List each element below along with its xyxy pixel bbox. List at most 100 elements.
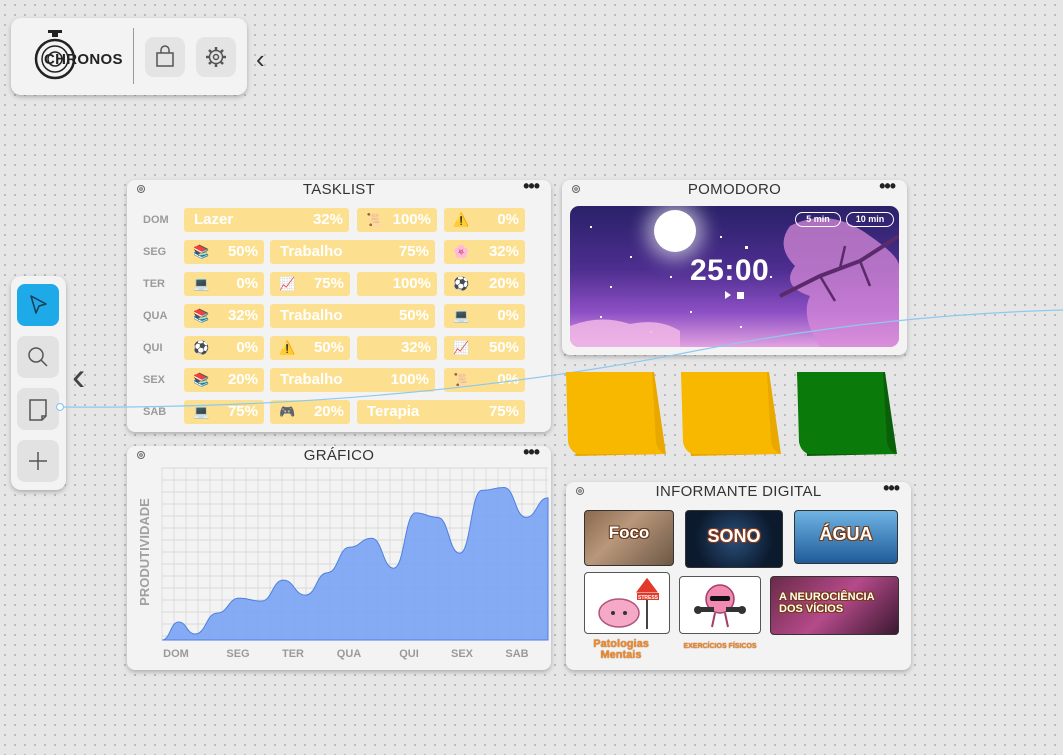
task-label: Lazer [194, 211, 234, 228]
task-percent: 20% [227, 371, 258, 388]
task-percent: 20% [313, 403, 344, 420]
x-tick-label: SEG [226, 648, 249, 660]
task-cell[interactable]: Terapia 75% [357, 400, 525, 424]
pomodoro-title: POMODORO [687, 181, 782, 198]
day-label: TER [143, 278, 165, 290]
collapse-toolbar-icon[interactable]: ‹ [72, 355, 85, 400]
add-tool[interactable] [17, 440, 59, 482]
sticky-note-3[interactable] [797, 372, 897, 467]
card-patologias[interactable]: STRESS [584, 572, 670, 634]
pointer-tool[interactable] [17, 284, 59, 326]
laptop-icon: 💻 [453, 308, 470, 323]
card-agua[interactable]: ÁGUA [794, 510, 898, 564]
task-cell[interactable]: Lazer 32% [184, 208, 349, 232]
task-cell[interactable]: 💻 0% [184, 272, 264, 296]
card-title: ÁGUA [819, 524, 873, 544]
task-cell[interactable]: ⚽ 20% [444, 272, 525, 296]
card-title: SONO [707, 526, 761, 546]
task-percent: 50% [488, 339, 519, 356]
task-percent: 75% [488, 403, 519, 420]
task-percent: 50% [398, 307, 429, 324]
task-cell[interactable]: 💻 0% [444, 304, 525, 328]
task-cell[interactable]: ⚽ 0% [184, 336, 264, 360]
collapse-topbar-icon[interactable]: ‹ [256, 44, 265, 75]
pomodoro-scene: 5 min 10 min 25:00 [570, 206, 899, 347]
task-percent: 32% [227, 307, 258, 324]
task-cell[interactable]: Trabalho 75% [270, 240, 435, 264]
card-foco[interactable]: Foco [584, 510, 674, 566]
task-cell[interactable]: Trabalho 100% [270, 368, 435, 392]
day-label: DOM [143, 214, 169, 226]
task-percent: 0% [497, 371, 519, 388]
task-cell[interactable]: ⚠️ 50% [270, 336, 350, 360]
task-cell[interactable]: 📜 100% [357, 208, 437, 232]
chart-icon: 📈 [453, 340, 470, 355]
flower-icon: 🌸 [453, 244, 470, 259]
task-label: Terapia [367, 403, 420, 420]
timer-option-5min[interactable]: 5 min [795, 212, 841, 227]
task-cell[interactable]: 📜 0% [444, 368, 525, 392]
task-percent: 32% [312, 211, 343, 228]
card-caption[interactable]: Patologias Mentais [588, 639, 654, 661]
logo-text: CHRONOS [44, 51, 123, 68]
sticky-note-2[interactable] [681, 372, 781, 467]
task-cell[interactable]: 📚 50% [184, 240, 264, 264]
books-icon: 📚 [193, 308, 210, 323]
x-tick-label: DOM [163, 648, 189, 660]
day-label: SEG [143, 246, 167, 258]
task-cell[interactable]: ⚠️ 0% [444, 208, 525, 232]
card-exercicios[interactable] [679, 576, 761, 634]
play-icon[interactable] [725, 291, 731, 299]
card-sono[interactable]: SONO [685, 510, 783, 568]
more-menu-icon[interactable]: ••• [879, 176, 896, 197]
search-icon [28, 347, 48, 367]
soccer-icon: ⚽ [453, 276, 470, 291]
timer-display: 25:00 [690, 254, 770, 287]
day-label: QUI [143, 342, 163, 354]
books-icon: 📚 [193, 244, 210, 259]
note-tool[interactable] [17, 388, 59, 430]
task-percent: 0% [497, 211, 519, 228]
task-percent: 0% [236, 275, 258, 292]
x-tick-label: SAB [505, 648, 528, 660]
warning-icon: ⚠️ [453, 212, 470, 227]
task-cell[interactable]: 100% [357, 272, 437, 296]
note-icon [29, 399, 47, 421]
task-label: Trabalho [280, 371, 343, 388]
timer-option-10min[interactable]: 10 min [846, 212, 894, 227]
task-percent: 75% [313, 275, 344, 292]
task-percent: 32% [488, 243, 519, 260]
plus-icon [29, 452, 47, 470]
brain-stress-illustration: STRESS [598, 576, 660, 629]
x-tick-label: QUA [337, 648, 362, 660]
x-tick-label: TER [282, 648, 304, 660]
card-neurociencia[interactable]: A NEUROCIÊNCIA DOS VÍCIOS [770, 576, 899, 635]
more-menu-icon[interactable]: ••• [883, 478, 900, 499]
stop-icon[interactable] [737, 292, 744, 299]
search-tool[interactable] [17, 336, 59, 378]
card-title: A NEUROCIÊNCIA DOS VÍCIOS [779, 591, 875, 615]
task-cell[interactable]: 📈 75% [270, 272, 350, 296]
timer-controls [725, 291, 744, 299]
y-axis-label: PRODUTIVIDADE [137, 498, 152, 606]
pomodoro-widget: POMODORO ••• 5 min 10 min 25:00 [562, 176, 907, 355]
informante-widget: INFORMANTE DIGITAL ••• Foco SONO ÁGUA ST… [566, 478, 911, 670]
task-cell[interactable]: 📚 20% [184, 368, 264, 392]
task-cell[interactable]: 🎮 20% [270, 400, 350, 424]
task-percent: 0% [236, 339, 258, 356]
task-cell[interactable]: 💻 75% [184, 400, 264, 424]
settings-button[interactable] [196, 37, 236, 77]
card-caption[interactable]: EXERCÍCIOS FÍSICOS [673, 641, 767, 652]
task-cell[interactable]: 📚 32% [184, 304, 264, 328]
task-cell[interactable]: 32% [357, 336, 437, 360]
day-label: SEX [143, 374, 166, 386]
sticky-note-1[interactable] [566, 372, 666, 467]
laptop-icon: 💻 [193, 404, 210, 419]
warning-icon: ⚠️ [279, 340, 296, 355]
more-menu-icon[interactable]: ••• [523, 176, 540, 197]
shop-button[interactable] [145, 37, 185, 77]
task-cell[interactable]: 🌸 32% [444, 240, 525, 264]
brain-exercise-illustration [694, 584, 746, 628]
task-cell[interactable]: 📈 50% [444, 336, 525, 360]
task-cell[interactable]: Trabalho 50% [270, 304, 435, 328]
